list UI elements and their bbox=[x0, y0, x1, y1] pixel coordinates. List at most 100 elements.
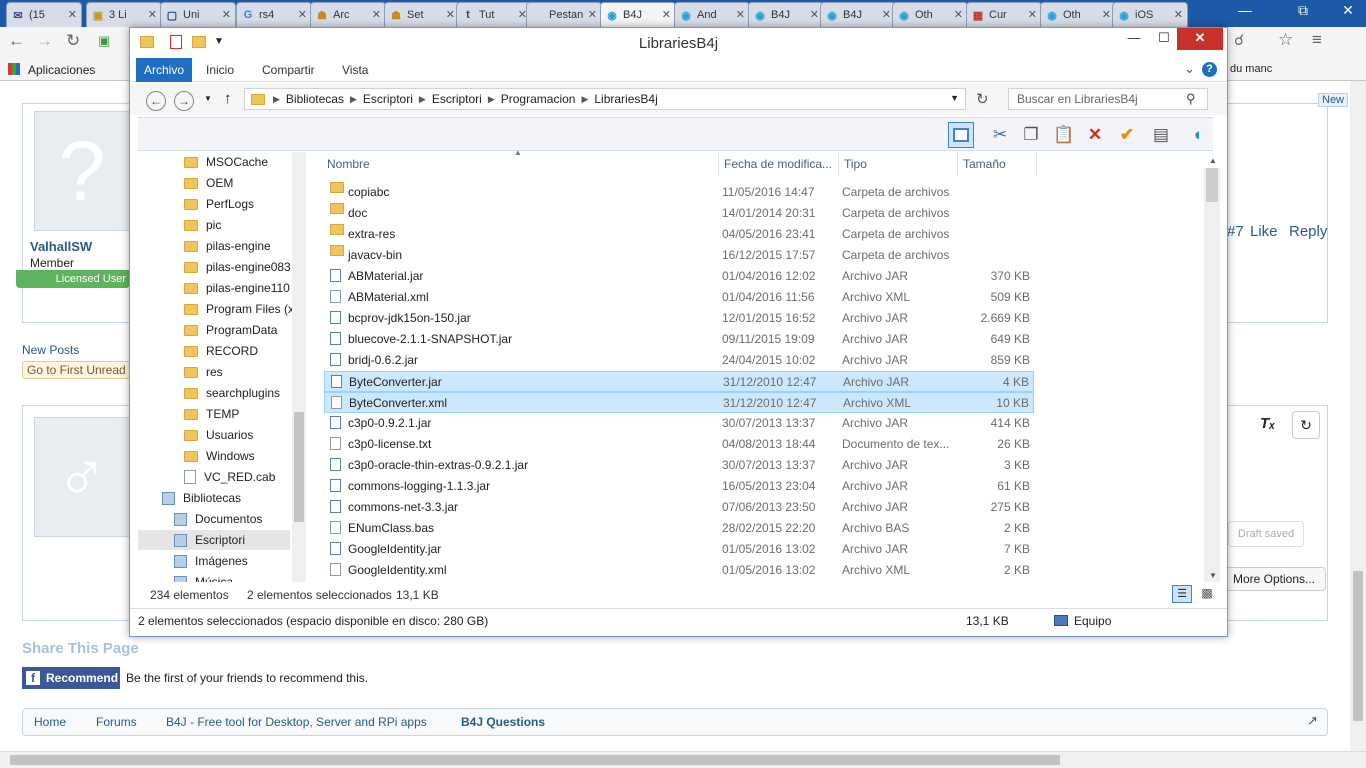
tab-close-icon[interactable]: ✕ bbox=[446, 8, 455, 21]
post-number[interactable]: #7 bbox=[1227, 223, 1244, 240]
tab-close-icon[interactable]: ✕ bbox=[372, 8, 381, 21]
column-divider[interactable] bbox=[1036, 152, 1037, 176]
file-list-scroll-thumb[interactable] bbox=[1206, 168, 1218, 202]
editor-tool-icon[interactable]: ↻ bbox=[1292, 411, 1320, 439]
nav-item-6[interactable]: pilas-engine110 bbox=[184, 278, 290, 298]
tab-6[interactable]: t Tut ✕ bbox=[456, 2, 532, 27]
close-button[interactable]: ✕ bbox=[1177, 28, 1223, 50]
file-row[interactable]: bluecove-2.1.1-SNAPSHOT.jar 09/11/2015 19… bbox=[324, 329, 1034, 350]
column-size[interactable]: Tamaño bbox=[963, 157, 1006, 171]
recent-dropdown-icon[interactable]: ▼ bbox=[204, 94, 212, 103]
forward-icon[interactable]: → bbox=[36, 31, 53, 51]
tab-inicio[interactable]: Inicio bbox=[198, 58, 242, 82]
crumb-programacion[interactable]: Programacion bbox=[501, 92, 576, 106]
file-row[interactable]: ByteConverter.xml 31/12/2010 12:47 Archivo… bbox=[324, 392, 1034, 413]
file-row[interactable]: copiabc 11/05/2016 14:47 Carpeta de archiv… bbox=[324, 182, 1034, 203]
new-posts-link[interactable]: New Posts bbox=[22, 343, 79, 357]
nav-item-19[interactable]: Imágenes bbox=[174, 551, 248, 571]
tab-11[interactable]: ◉ B4J ✕ bbox=[820, 2, 896, 27]
tab-3[interactable]: Grs4 ✕ bbox=[236, 2, 312, 27]
tab-8[interactable]: ◉ B4J ✕ bbox=[600, 2, 676, 27]
file-row[interactable]: javacv-bin 16/12/2015 17:57 Carpeta de arc… bbox=[324, 245, 1034, 266]
breadcrumb-b4j[interactable]: B4J - Free tool for Desktop, Server and … bbox=[166, 715, 427, 729]
like-link[interactable]: Like bbox=[1250, 223, 1278, 240]
page-hscroll-thumb[interactable] bbox=[10, 755, 1060, 765]
tab-1[interactable]: ▣ 3 Li ✕ bbox=[86, 2, 162, 27]
tab-15[interactable]: ◉ iOS ✕ bbox=[1112, 2, 1188, 27]
apps-icon[interactable] bbox=[8, 63, 20, 75]
tab-12[interactable]: ◉ Oth ✕ bbox=[892, 2, 968, 27]
new-badge[interactable]: New bbox=[1318, 93, 1349, 107]
menu-icon[interactable]: ≡ bbox=[1312, 30, 1322, 50]
up-arrow-icon[interactable]: ↑ bbox=[224, 90, 232, 107]
reload-icon[interactable]: ↻ bbox=[66, 31, 80, 51]
tab-2[interactable]: ▢ Uni ✕ bbox=[160, 2, 236, 27]
search-input[interactable]: Buscar en LibrariesB4j bbox=[1008, 88, 1208, 110]
file-row[interactable]: c3p0-license.txt 04/08/2013 18:44 Document… bbox=[324, 434, 1034, 455]
help-icon[interactable]: ? bbox=[1202, 62, 1217, 77]
back-icon[interactable]: ← bbox=[8, 31, 25, 51]
file-row[interactable]: bridj-0.6.2.jar 24/04/2015 10:02 Archivo J… bbox=[324, 350, 1034, 371]
nav-item-3[interactable]: pic bbox=[184, 215, 221, 235]
scroll-down-icon[interactable]: ▼ bbox=[1209, 571, 1217, 580]
bookmark-right[interactable]: du manc bbox=[1230, 63, 1272, 75]
tab-0[interactable]: ✉ (15 ✕ bbox=[6, 2, 82, 27]
details-view-icon[interactable]: ☰ bbox=[1172, 585, 1192, 603]
file-row[interactable]: commons-logging-1.1.3.jar 16/05/2013 23:0… bbox=[324, 476, 1034, 497]
file-row[interactable]: GoogleIdentity.jar 01/05/2016 13:02 Archiv… bbox=[324, 539, 1034, 560]
file-row[interactable]: ENumClass.bas 28/02/2015 22:20 Archivo BAS… bbox=[324, 518, 1034, 539]
address-dropdown-icon[interactable]: ▼ bbox=[950, 93, 959, 103]
nav-item-14[interactable]: Windows bbox=[184, 446, 255, 466]
nav-item-18[interactable]: Escriptori bbox=[138, 530, 290, 550]
navigation-scroll-thumb[interactable] bbox=[294, 412, 304, 522]
nav-item-11[interactable]: searchplugins bbox=[184, 383, 280, 403]
nav-item-2[interactable]: PerfLogs bbox=[184, 194, 254, 214]
file-row[interactable]: ABMaterial.jar 01/04/2016 12:02 Archivo JA… bbox=[324, 266, 1034, 287]
search-icon[interactable]: ⚲ bbox=[1186, 91, 1196, 107]
breadcrumb-forums[interactable]: Forums bbox=[96, 715, 137, 729]
page-vscroll-thumb[interactable] bbox=[1353, 571, 1363, 721]
browser-maximize-button[interactable]: ⧉ bbox=[1288, 0, 1318, 20]
refresh-icon[interactable]: ↻ bbox=[976, 90, 989, 108]
file-row[interactable]: GoogleIdentity.xml 01/05/2016 13:02 Archiv… bbox=[324, 560, 1034, 581]
file-row[interactable]: c3p0-oracle-thin-extras-0.9.2.1.jar 30/07… bbox=[324, 455, 1034, 476]
ribbon-expand-icon[interactable]: ⌄ bbox=[1184, 61, 1195, 77]
tab-14[interactable]: ◉ Oth ✕ bbox=[1040, 2, 1116, 27]
crumb-librariesb4j[interactable]: LibrariesB4j bbox=[594, 92, 657, 106]
paste-icon[interactable]: 📋 bbox=[1051, 122, 1077, 148]
rename-check-icon[interactable]: ✔ bbox=[1114, 122, 1140, 148]
scroll-up-icon[interactable]: ▲ bbox=[1209, 156, 1217, 165]
file-list-scrollbar[interactable] bbox=[1204, 168, 1220, 582]
column-date[interactable]: Fecha de modifica... bbox=[724, 157, 832, 171]
tab-close-icon[interactable]: ✕ bbox=[662, 8, 671, 21]
back-button[interactable]: ← bbox=[146, 91, 166, 111]
file-row[interactable]: c3p0-0.9.2.1.jar 30/07/2013 13:37 Archivo … bbox=[324, 413, 1034, 434]
nav-item-10[interactable]: res bbox=[184, 362, 223, 382]
breadcrumb-b4j-questions[interactable]: B4J Questions bbox=[461, 715, 545, 729]
nav-item-9[interactable]: RECORD bbox=[184, 341, 258, 361]
tab-7[interactable]: Pestan ✕ bbox=[526, 2, 602, 27]
tab-13[interactable]: ▦ Cur ✕ bbox=[966, 2, 1042, 27]
user-name[interactable]: ValhallSW bbox=[30, 239, 92, 254]
tab-vista[interactable]: Vista bbox=[334, 58, 376, 82]
preview-pane-icon[interactable] bbox=[948, 122, 974, 148]
crumb-bibliotecas[interactable]: Bibliotecas bbox=[286, 92, 344, 106]
nav-item-20[interactable]: Música bbox=[174, 572, 233, 582]
shell-icon[interactable]: ◐ bbox=[1186, 122, 1212, 148]
nav-item-16[interactable]: Bibliotecas bbox=[162, 488, 241, 508]
properties-bar-icon[interactable]: ▤ bbox=[1148, 122, 1174, 148]
crumb-escriptori-1[interactable]: Escriptori bbox=[363, 92, 413, 106]
file-row[interactable]: ABMaterial.xml 01/04/2016 11:56 Archivo XM… bbox=[324, 287, 1034, 308]
file-row[interactable]: ByteConverter.jar 31/12/2010 12:47 Archivo… bbox=[324, 371, 1034, 392]
tab-archivo[interactable]: Archivo bbox=[136, 58, 193, 82]
navigation-scrollbar[interactable] bbox=[292, 152, 306, 582]
tab-close-icon[interactable]: ✕ bbox=[736, 8, 745, 21]
breadcrumb-home[interactable]: Home bbox=[34, 715, 66, 729]
tab-close-icon[interactable]: ✕ bbox=[954, 8, 963, 21]
tab-close-icon[interactable]: ✕ bbox=[1028, 8, 1037, 21]
cut-icon[interactable]: ✂ bbox=[987, 122, 1013, 148]
facebook-recommend-button[interactable]: f Recommend bbox=[22, 667, 120, 689]
column-type[interactable]: Tipo bbox=[844, 157, 867, 171]
tab-close-icon[interactable]: ✕ bbox=[810, 8, 819, 21]
browser-minimize-button[interactable]: — bbox=[1230, 0, 1260, 20]
